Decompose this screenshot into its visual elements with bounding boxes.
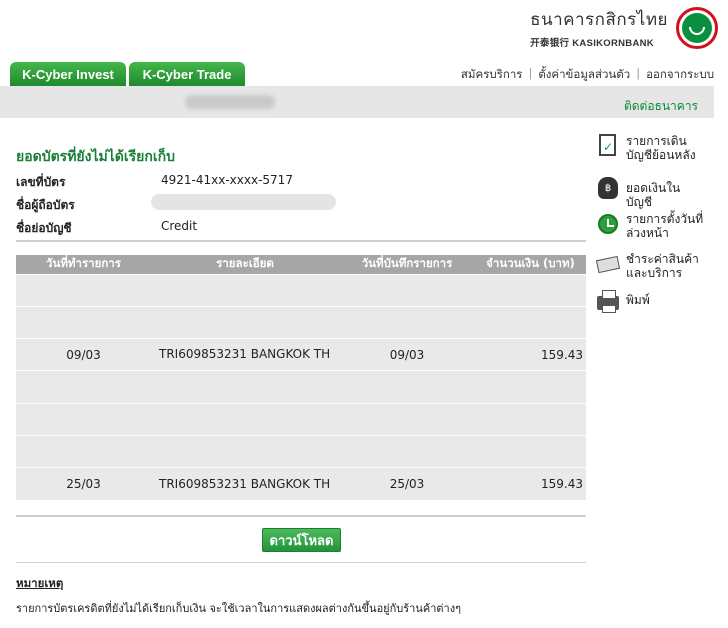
top-links: สมัครบริการ | ตั้งค่าข้อมูลส่วนตัว | ออก… xyxy=(461,66,714,84)
cell-amount: 159.43 xyxy=(475,467,586,501)
statement-check-icon xyxy=(596,134,620,158)
cell-amount xyxy=(475,402,586,436)
holder-label: ชื่อผู้ถือบัตร xyxy=(16,198,75,212)
settings-link[interactable]: ตั้งค่าข้อมูลส่วนตัว xyxy=(538,66,630,84)
note-text: รายการบัตรเครดิตที่ยังไม่ได้เรียกเก็บเงิ… xyxy=(16,602,462,615)
contact-bank-link[interactable]: ติดต่อธนาคาร xyxy=(624,97,698,116)
cell-date xyxy=(16,370,151,404)
cell-date xyxy=(16,305,151,339)
side-item-print[interactable]: พิมพ์ xyxy=(596,290,706,314)
side-item-label: รายการตั้งวันที่ล่วงหน้า xyxy=(626,212,704,240)
table-row xyxy=(16,305,586,339)
side-item-payment[interactable]: ชำระค่าสินค้าและบริการ xyxy=(595,252,706,280)
logo-name-en: 开泰银行 KASIKORNBANK xyxy=(530,38,654,49)
cell-date xyxy=(16,402,151,436)
user-name-redacted xyxy=(185,95,275,109)
bank-logo: ธนาคารกสิกรไทย 开泰银行 KASIKORNBANK xyxy=(530,6,718,49)
logo-name-th: ธนาคารกสิกรไทย xyxy=(530,10,668,30)
cell-post-date xyxy=(339,273,475,307)
side-item-balance[interactable]: ฿ ยอดเงินในบัญชี xyxy=(596,176,706,209)
cell-detail xyxy=(151,273,339,307)
card-number-value: 4921-41xx-xxxx-5717 xyxy=(161,173,293,187)
note-heading: หมายเหตุ xyxy=(16,576,64,590)
cell-date: 25/03 xyxy=(16,467,151,501)
table-row xyxy=(16,370,586,404)
cell-post-date xyxy=(339,305,475,339)
cell-post-date xyxy=(339,434,475,468)
table-row xyxy=(16,402,586,436)
cell-detail xyxy=(151,402,339,436)
cell-detail: TRI609853231 BANGKOK TH xyxy=(151,467,339,501)
kasikorn-emblem-icon xyxy=(676,6,718,49)
money-bag-icon: ฿ xyxy=(596,176,620,200)
holder-name-redacted xyxy=(151,194,336,210)
divider xyxy=(16,515,586,517)
table-row xyxy=(16,273,586,307)
card-number-label: เลขที่บัตร xyxy=(16,175,66,189)
product-tabs: K-Cyber Invest K-Cyber Trade xyxy=(10,62,248,86)
cell-date xyxy=(16,273,151,307)
cell-amount xyxy=(475,434,586,468)
side-item-label: ชำระค่าสินค้าและบริการ xyxy=(626,252,699,280)
table-row: 09/03 TRI609853231 BANGKOK TH 09/03 159.43 xyxy=(16,338,586,371)
cell-date xyxy=(16,434,151,468)
table-row: 25/03 TRI609853231 BANGKOK TH 25/03 159.43 xyxy=(16,467,586,501)
account-name-label: ชื่อย่อบัญชี xyxy=(16,221,72,235)
cell-post-date: 25/03 xyxy=(339,467,475,501)
separator: | xyxy=(528,66,533,80)
payment-card-icon xyxy=(595,252,621,276)
header-amount: จำนวนเงิน (บาท) xyxy=(475,255,586,274)
transactions-table: วันที่ทำรายการ รายละเอียด วันที่บันทึกรา… xyxy=(16,255,586,501)
side-item-label: รายการเดินบัญชีย้อนหลัง xyxy=(626,134,696,162)
divider xyxy=(16,562,586,563)
cell-post-date xyxy=(339,402,475,436)
download-button[interactable]: ดาวน์โหลด xyxy=(262,528,341,552)
cell-amount xyxy=(475,273,586,307)
cell-amount xyxy=(475,370,586,404)
header-transaction-date: วันที่ทำรายการ xyxy=(16,255,151,274)
logout-link[interactable]: ออกจากระบบ xyxy=(646,66,714,84)
account-name-value: Credit xyxy=(161,219,198,233)
cell-detail xyxy=(151,305,339,339)
cell-detail xyxy=(151,434,339,468)
logo-text: ธนาคารกสิกรไทย 开泰银行 KASIKORNBANK xyxy=(530,6,668,49)
cell-detail: TRI609853231 BANGKOK TH xyxy=(151,338,339,371)
side-item-label: ยอดเงินในบัญชี xyxy=(626,181,681,209)
printer-icon xyxy=(596,290,620,314)
side-item-scheduled[interactable]: รายการตั้งวันที่ล่วงหน้า xyxy=(596,212,706,240)
side-item-statement[interactable]: รายการเดินบัญชีย้อนหลัง xyxy=(596,134,706,162)
register-link[interactable]: สมัครบริการ xyxy=(461,66,523,84)
header-post-date: วันที่บันทึกรายการ xyxy=(339,255,475,274)
tab-k-cyber-invest[interactable]: K-Cyber Invest xyxy=(10,62,126,86)
cell-amount xyxy=(475,305,586,339)
side-item-label: พิมพ์ xyxy=(626,293,650,307)
clock-icon xyxy=(596,212,620,236)
cell-date: 09/03 xyxy=(16,338,151,371)
page-title: ยอดบัตรที่ยังไม่ได้เรียกเก็บ xyxy=(16,149,176,165)
cell-post-date xyxy=(339,370,475,404)
divider xyxy=(16,240,586,242)
separator: | xyxy=(636,66,641,80)
cell-amount: 159.43 xyxy=(475,338,586,371)
user-bar xyxy=(0,86,714,118)
header-detail: รายละเอียด xyxy=(151,255,339,274)
cell-post-date: 09/03 xyxy=(339,338,475,371)
table-row xyxy=(16,434,586,468)
table-header-row: วันที่ทำรายการ รายละเอียด วันที่บันทึกรา… xyxy=(16,255,586,274)
tab-k-cyber-trade[interactable]: K-Cyber Trade xyxy=(129,62,245,86)
cell-detail xyxy=(151,370,339,404)
